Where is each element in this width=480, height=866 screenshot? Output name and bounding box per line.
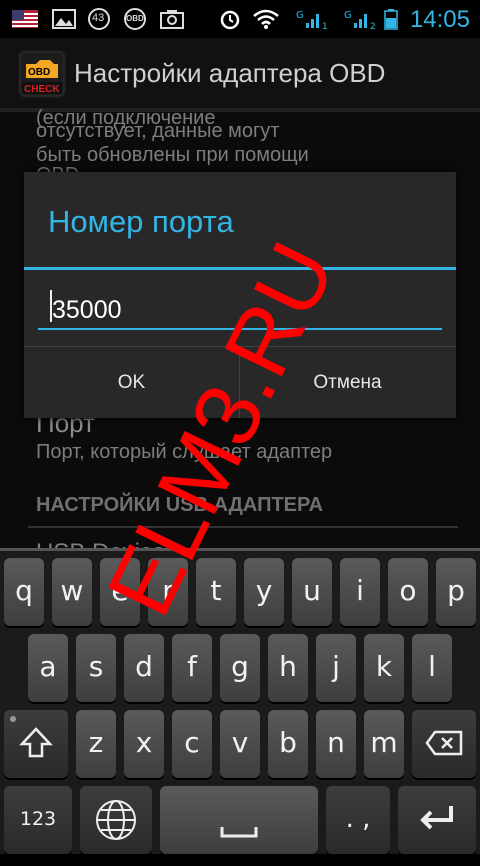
numbers-key[interactable]: 123 <box>4 786 72 854</box>
flag-us-icon <box>12 10 38 28</box>
punctuation-key[interactable]: . , <box>326 786 390 854</box>
key-s[interactable]: s <box>76 634 116 702</box>
cancel-button[interactable]: Отмена <box>240 348 455 418</box>
key-a[interactable]: a <box>28 634 68 702</box>
key-g[interactable]: g <box>220 634 260 702</box>
key-w[interactable]: w <box>52 558 92 626</box>
battery-icon <box>384 9 398 30</box>
key-p[interactable]: p <box>436 558 476 626</box>
key-k[interactable]: k <box>364 634 404 702</box>
status-bar: 43 OBD G 1 G 2 14:05 <box>0 0 480 38</box>
alarm-icon <box>220 10 240 30</box>
dialog-title-divider <box>24 267 456 270</box>
key-t[interactable]: t <box>196 558 236 626</box>
key-b[interactable]: b <box>268 710 308 778</box>
key-m[interactable]: m <box>364 710 404 778</box>
key-f[interactable]: f <box>172 634 212 702</box>
signal-1-icon: G 1 <box>296 10 328 30</box>
port-number-dialog: Номер порта OK Отмена <box>24 172 456 418</box>
enter-key[interactable] <box>398 786 476 854</box>
key-o[interactable]: o <box>388 558 428 626</box>
text-cursor <box>50 290 52 322</box>
space-icon <box>220 827 258 838</box>
key-c[interactable]: c <box>172 710 212 778</box>
app-icon[interactable]: OBD CHECK <box>18 50 66 98</box>
key-u[interactable]: u <box>292 558 332 626</box>
enter-icon <box>420 806 453 830</box>
action-bar-title: Настройки адаптера OBD <box>74 58 386 88</box>
key-d[interactable]: d <box>124 634 164 702</box>
key-i[interactable]: i <box>340 558 380 626</box>
key-y[interactable]: y <box>244 558 284 626</box>
key-h[interactable]: h <box>268 634 308 702</box>
image-icon <box>52 9 76 29</box>
key-r[interactable]: r <box>148 558 188 626</box>
svg-text:2: 2 <box>370 22 376 30</box>
shift-indicator <box>10 716 16 722</box>
backspace-key[interactable] <box>412 710 476 778</box>
key-j[interactable]: j <box>316 634 356 702</box>
svg-text:G: G <box>344 10 352 21</box>
section-divider <box>28 526 458 528</box>
key-e[interactable]: e <box>100 558 140 626</box>
signal-2-icon: G 2 <box>344 10 376 30</box>
globe-icon <box>96 800 136 840</box>
badge-count: 43 <box>92 12 105 24</box>
shift-icon <box>19 727 53 758</box>
key-v[interactable]: v <box>220 710 260 778</box>
svg-text:OBD: OBD <box>28 67 50 78</box>
backspace-icon <box>425 730 463 756</box>
key-z[interactable]: z <box>76 710 116 778</box>
svg-text:G: G <box>296 10 304 21</box>
dialog-button-divider <box>24 346 456 347</box>
wifi-icon <box>253 9 279 29</box>
space-key[interactable] <box>160 786 318 854</box>
camera-icon <box>160 10 184 29</box>
svg-text:1: 1 <box>322 22 328 30</box>
status-time: 14:05 <box>409 6 470 33</box>
port-number-input[interactable] <box>38 284 442 330</box>
port-setting-summary: Порт, который слушает адаптер <box>36 441 333 463</box>
setting-description: отсутствует, данные могут <box>36 120 280 142</box>
language-key[interactable] <box>80 786 152 854</box>
keyboard-top-border <box>0 548 480 551</box>
ok-button[interactable]: OK <box>24 348 239 418</box>
key-n[interactable]: n <box>316 710 356 778</box>
key-l[interactable]: l <box>412 634 452 702</box>
key-q[interactable]: q <box>4 558 44 626</box>
key-x[interactable]: x <box>124 710 164 778</box>
usb-settings-header: НАСТРОЙКИ USB АДАПТЕРА <box>36 494 324 516</box>
dialog-title: Номер порта <box>48 204 234 239</box>
svg-text:CHECK: CHECK <box>24 84 60 95</box>
obd-check-logo-icon: OBD CHECK <box>19 51 65 97</box>
obd-label: OBD <box>126 14 144 23</box>
